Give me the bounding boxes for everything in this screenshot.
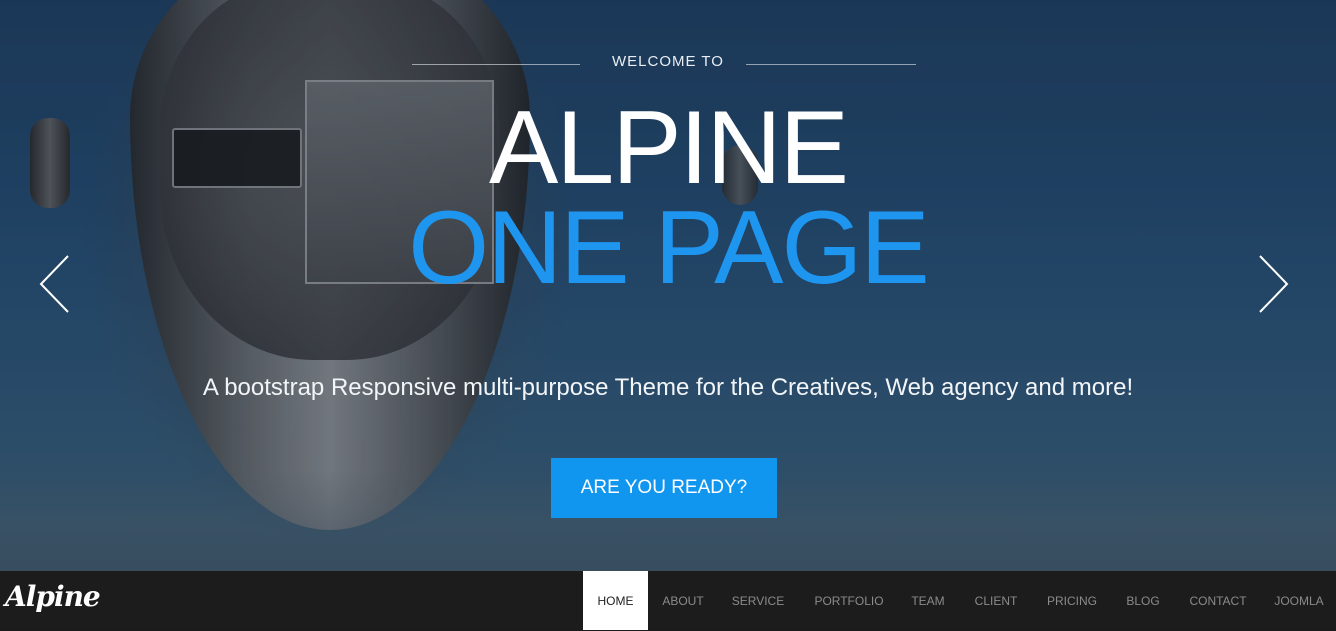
nav-item-pricing[interactable]: PRICING	[1038, 571, 1106, 630]
nav-item-service[interactable]: SERVICE	[722, 571, 794, 630]
nav-item-about[interactable]: ABOUT	[652, 571, 714, 630]
slider-next-button[interactable]	[1256, 254, 1290, 314]
cta-button[interactable]: ARE YOU READY?	[551, 458, 777, 518]
nav-item-portfolio[interactable]: PORTFOLIO	[806, 571, 892, 630]
chevron-left-icon	[39, 255, 69, 313]
hero-title-line2: ONE PAGE	[408, 190, 930, 306]
slider-prev-button[interactable]	[38, 254, 72, 314]
welcome-text: WELCOME TO	[612, 53, 724, 70]
welcome-divider-right	[746, 64, 916, 65]
nav-item-joomla[interactable]: JOOMLA	[1266, 571, 1332, 630]
chevron-right-icon	[1259, 255, 1289, 313]
nav-item-client[interactable]: CLIENT	[965, 571, 1027, 630]
hero-tagline: A bootstrap Responsive multi-purpose The…	[202, 374, 1134, 401]
nav-item-team[interactable]: TEAM	[900, 571, 956, 630]
site-logo[interactable]: Alpine	[5, 580, 101, 613]
nav-item-blog[interactable]: BLOG	[1116, 571, 1170, 630]
nav-item-contact[interactable]: CONTACT	[1180, 571, 1256, 630]
nav-item-home[interactable]: HOME	[583, 571, 648, 630]
